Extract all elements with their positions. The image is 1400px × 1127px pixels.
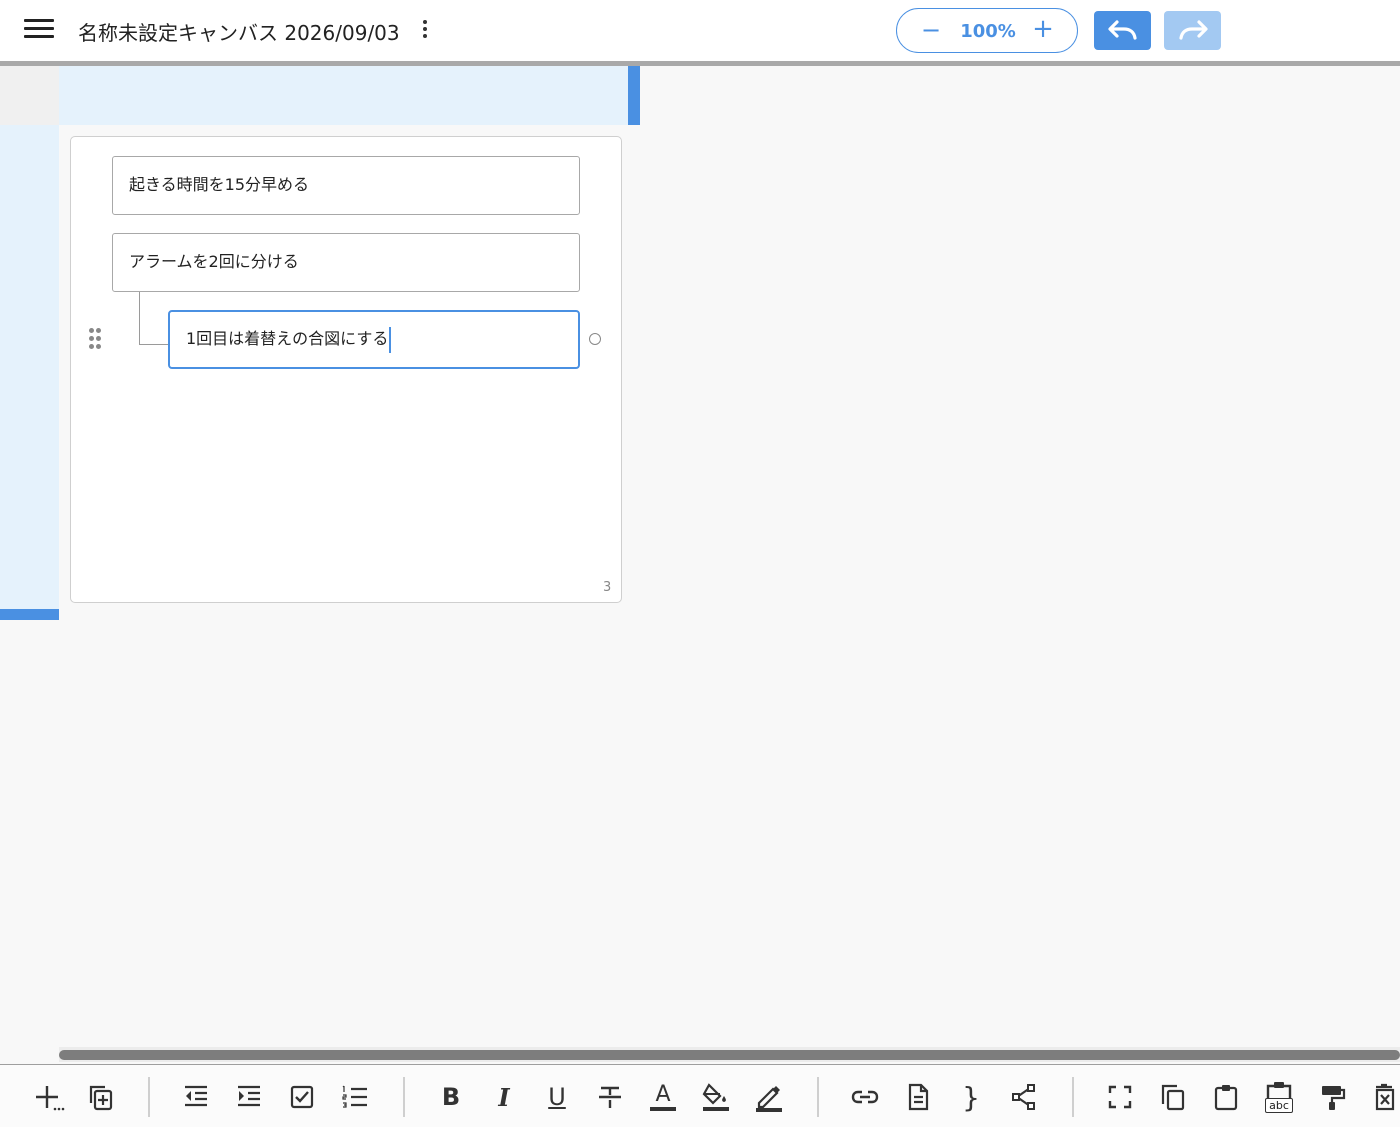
zoom-control: − 100% + (896, 8, 1078, 53)
select-all-button[interactable] (1102, 1079, 1138, 1115)
more-options-icon[interactable] (419, 20, 431, 42)
outline-node[interactable]: アラームを2回に分ける (112, 233, 580, 292)
share-nodes-icon (1012, 1084, 1035, 1110)
undo-button[interactable] (1094, 11, 1151, 50)
checkbox-list-button[interactable] (284, 1079, 320, 1115)
outdent-button[interactable] (178, 1079, 214, 1115)
clipboard-icon (1214, 1085, 1238, 1111)
document-icon (908, 1083, 929, 1111)
fill-color-button[interactable] (698, 1079, 734, 1115)
node-connect-handle-icon[interactable] (589, 333, 601, 345)
text-color-swatch (650, 1107, 676, 1111)
paint-bucket-icon (702, 1083, 729, 1111)
brace-icon: } (962, 1080, 980, 1114)
zoom-level[interactable]: 100% (957, 21, 1019, 42)
node-text: 1回目は着替えの合図にする (186, 329, 389, 348)
strikethrough-button[interactable] (592, 1079, 628, 1115)
pencil-icon (756, 1086, 782, 1112)
highlight-button[interactable] (751, 1079, 787, 1115)
toolbar-separator (1072, 1077, 1074, 1117)
relation-button[interactable] (1006, 1079, 1042, 1115)
bottom-toolbar: B I U A } abc (0, 1064, 1400, 1127)
bold-button[interactable]: B (433, 1079, 469, 1115)
copy-button[interactable] (1155, 1079, 1191, 1115)
checkbox-icon (290, 1085, 314, 1109)
italic-button[interactable]: I (486, 1079, 522, 1115)
add-more-icon (36, 1086, 65, 1111)
strikethrough-icon (599, 1086, 621, 1108)
zoom-out-button[interactable]: − (919, 18, 943, 44)
paint-roller-icon (1322, 1086, 1346, 1110)
redo-button[interactable] (1164, 11, 1221, 50)
toolbar-separator (148, 1077, 150, 1117)
row-header-band[interactable] (0, 125, 59, 609)
canvas-title[interactable]: 名称未設定キャンバス 2026/09/03 (78, 17, 400, 46)
indent-icon (238, 1085, 260, 1107)
italic-icon: I (498, 1082, 510, 1112)
underline-button[interactable]: U (539, 1079, 575, 1115)
duplicate-add-icon (89, 1085, 113, 1111)
outline-node[interactable]: 起きる時間を15分早める (112, 156, 580, 215)
zoom-in-button[interactable]: + (1031, 16, 1055, 44)
add-node-button[interactable] (32, 1079, 68, 1115)
format-painter-button[interactable] (1314, 1079, 1350, 1115)
text-color-icon: A (655, 1082, 671, 1107)
link-icon (851, 1090, 879, 1104)
text-color-button[interactable]: A (645, 1079, 681, 1115)
column-header-band[interactable] (59, 66, 628, 125)
link-button[interactable] (847, 1079, 883, 1115)
undo-icon (1108, 20, 1137, 40)
note-button[interactable] (900, 1079, 936, 1115)
delete-box-icon (1375, 1083, 1395, 1111)
numbered-list-icon (342, 1085, 367, 1108)
column-resize-handle[interactable] (628, 66, 640, 125)
abc-label: abc (1265, 1097, 1293, 1113)
app-header: 名称未設定キャンバス 2026/09/03 − 100% + (0, 0, 1400, 61)
redo-icon (1179, 20, 1208, 40)
brace-button[interactable]: } (953, 1079, 989, 1115)
copy-icon (1161, 1084, 1185, 1111)
child-connector-line (139, 292, 169, 345)
duplicate-node-button[interactable] (83, 1079, 119, 1115)
text-caret (389, 326, 392, 353)
node-count: 3 (603, 580, 612, 595)
focus-frame-icon (1108, 1085, 1132, 1109)
underline-icon: U (548, 1083, 566, 1111)
canvas-corner (0, 66, 59, 125)
numbered-list-button[interactable] (337, 1079, 373, 1115)
drag-handle-icon[interactable] (87, 328, 103, 352)
toolbar-separator (817, 1077, 819, 1117)
toolbar-separator (403, 1077, 405, 1117)
paste-button[interactable] (1208, 1079, 1244, 1115)
outdent-icon (185, 1085, 207, 1107)
row-resize-handle[interactable] (0, 609, 59, 620)
horizontal-scrollbar-thumb[interactable] (59, 1050, 1400, 1060)
delete-button[interactable] (1367, 1079, 1400, 1115)
bold-icon: B (441, 1083, 461, 1111)
indent-button[interactable] (231, 1079, 267, 1115)
paste-as-text-button[interactable]: abc (1261, 1079, 1297, 1115)
outline-card[interactable]: 起きる時間を15分早める アラームを2回に分ける 1回目は着替えの合図にする 3 (70, 136, 622, 603)
outline-node-editing[interactable]: 1回目は着替えの合図にする (168, 310, 580, 369)
hamburger-menu-icon[interactable] (24, 19, 54, 41)
